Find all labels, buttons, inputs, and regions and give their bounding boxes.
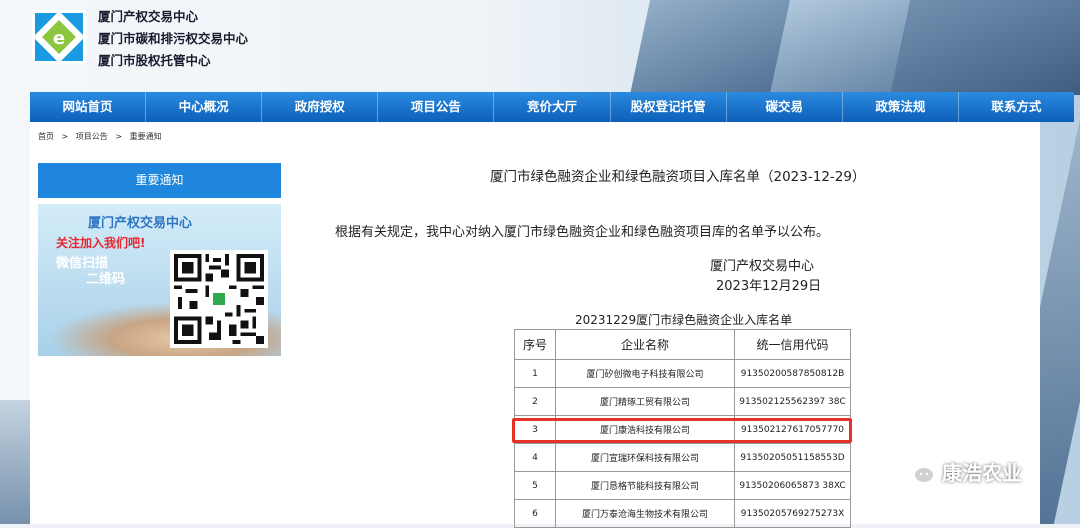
article-body: 根据有关规定，我中心对纳入厦门市绿色融资企业和绿色融资项目库的名单予以公布。 (335, 225, 830, 240)
svg-text:e: e (53, 28, 65, 49)
org-names: 厦门产权交易中心 厦门市碳和排污权交易中心 厦门市股权托管中心 (98, 6, 248, 72)
cell-credit-code: 91350205051158553D (734, 443, 851, 472)
building-graphic (0, 400, 30, 524)
col-header-credit-code: 统一信用代码 (734, 329, 851, 360)
site-header: e 厦门产权交易中心 厦门市碳和排污权交易中心 厦门市股权托管中心 (30, 0, 1074, 92)
cell-index: 6 (514, 499, 556, 528)
nav-item-authorization[interactable]: 政府授权 (262, 92, 379, 122)
breadcrumb-separator: > (61, 132, 69, 141)
main-nav: 网站首页 中心概况 政府授权 项目公告 竞价大厅 股权登记托管 碳交易 政策法规… (30, 92, 1074, 122)
table-row: 6 厦门万泰沧海生物技术有限公司 91350205769275273X (514, 499, 851, 528)
cell-credit-code: 91350200587850812B (734, 359, 851, 388)
cell-credit-code: 913502125562397 38C (734, 387, 851, 416)
col-header-company: 企业名称 (555, 329, 735, 360)
cell-index: 4 (514, 443, 556, 472)
org-name: 厦门产权交易中心 (98, 9, 199, 24)
org-name: 厦门市股权托管中心 (98, 53, 211, 68)
cell-credit-code: 91350205769275273X (734, 499, 851, 528)
wechat-qr-promo: 厦门产权交易中心 关注加入我们吧! 微信扫描 二维码 (38, 204, 281, 356)
article-title: 厦门市绿色融资企业和绿色融资项目入库名单（2023-12-29） (490, 169, 866, 185)
table-row: 2 厦门精琢工贸有限公司 913502125562397 38C (514, 387, 851, 416)
watermark-text: 康浩农业 (942, 460, 1022, 485)
nav-item-contact[interactable]: 联系方式 (959, 92, 1074, 122)
promo-org-name: 厦门产权交易中心 (88, 216, 193, 231)
cell-credit-code: 91350206065873 38XC (734, 471, 851, 500)
cell-company: 厦门矽创微电子科技有限公司 (555, 359, 735, 388)
signature-org: 厦门产权交易中心 (710, 259, 815, 274)
cell-index: 1 (514, 359, 556, 388)
main-content: 首页 > 项目公告 > 重要通知 重要通知 厦门产权交易中心 关注加入我们吧! … (30, 122, 1040, 528)
site-logo[interactable]: e (30, 8, 88, 66)
highlight-box (512, 418, 852, 443)
table-row: 4 厦门宣瑞环保科技有限公司 91350205051158553D (514, 443, 851, 472)
cell-company: 厦门恳格节能科技有限公司 (555, 471, 735, 500)
cell-company: 厦门万泰沧海生物技术有限公司 (555, 499, 735, 528)
nav-item-home[interactable]: 网站首页 (30, 92, 147, 122)
nav-item-carbon-trading[interactable]: 碳交易 (727, 92, 843, 122)
nav-item-bidding-hall[interactable]: 竞价大厅 (494, 92, 611, 122)
sidebar-title[interactable]: 重要通知 (38, 163, 281, 198)
cell-index: 5 (514, 471, 556, 500)
table-title: 20231229厦门市绿色融资企业入库名单 (575, 313, 793, 327)
nav-item-equity-custody[interactable]: 股权登记托管 (611, 92, 727, 122)
nav-item-announcements[interactable]: 项目公告 (378, 92, 495, 122)
breadcrumb-current: 重要通知 (129, 132, 162, 141)
cell-company: 厦门宣瑞环保科技有限公司 (555, 443, 735, 472)
table-row: 1 厦门矽创微电子科技有限公司 91350200587850812B (514, 359, 851, 388)
signature-date: 2023年12月29日 (716, 279, 822, 294)
promo-qr-text: 二维码 (86, 272, 126, 287)
org-name: 厦门市碳和排污权交易中心 (98, 31, 249, 46)
qr-code (170, 250, 268, 348)
nav-item-overview[interactable]: 中心概况 (146, 92, 263, 122)
breadcrumb: 首页 > 项目公告 > 重要通知 (38, 131, 167, 142)
breadcrumb-announcements[interactable]: 项目公告 (76, 132, 108, 141)
breadcrumb-home[interactable]: 首页 (38, 132, 54, 141)
table-row: 5 厦门恳格节能科技有限公司 91350206065873 38XC (514, 471, 851, 500)
cell-index: 2 (514, 387, 556, 416)
wechat-icon (901, 457, 935, 484)
breadcrumb-separator: > (115, 132, 123, 141)
watermark: 康浩农业 (900, 456, 1022, 486)
table-header-row: 序号 企业名称 统一信用代码 (514, 329, 851, 360)
col-header-index: 序号 (514, 329, 556, 360)
promo-follow-text: 关注加入我们吧! (56, 236, 146, 250)
nav-item-policies[interactable]: 政策法规 (843, 92, 959, 122)
cell-company: 厦门精琢工贸有限公司 (555, 387, 735, 416)
